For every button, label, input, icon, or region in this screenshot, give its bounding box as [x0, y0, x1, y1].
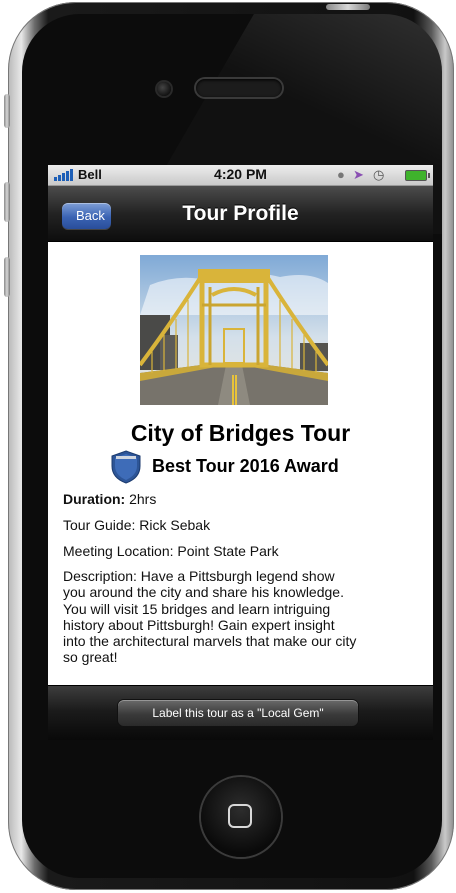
description-text: Description: Have a Pittsburgh legend sh…	[63, 568, 423, 666]
alarm-icon: ◷	[373, 167, 385, 182]
tour-photo	[140, 255, 328, 405]
description-line: into the architectural marvels that make…	[63, 633, 357, 650]
tour-guide-field: Tour Guide: Rick Sebak	[63, 517, 211, 533]
description-line: You will visit 15 bridges and learn intr…	[63, 600, 331, 617]
earpiece-speaker	[196, 79, 282, 97]
bridge-illustration	[140, 255, 328, 405]
local-gem-button[interactable]: Label this tour as a "Local Gem"	[118, 700, 358, 726]
status-icons: ● ➤ ◷	[337, 167, 430, 183]
home-square-icon	[228, 804, 252, 828]
award-shield-icon	[111, 450, 141, 484]
navigation-bar: Back Tour Profile	[48, 186, 433, 242]
tour-profile-content: City of Bridges Tour Best Tour 2016 Awar…	[48, 242, 433, 685]
description-line: Description: Have a Pittsburgh legend sh…	[63, 568, 335, 584]
duration-label: Duration:	[63, 491, 126, 507]
battery-icon	[405, 170, 430, 181]
power-button	[326, 4, 370, 10]
description-line: you around the city and share his knowle…	[63, 584, 344, 601]
page-title: Tour Profile	[182, 202, 299, 225]
duration-field: Duration: 2hrs	[63, 491, 156, 507]
description-line: so great!	[63, 649, 118, 666]
description-line: history about Pittsburgh! Gain expert in…	[63, 616, 335, 633]
duration-value: 2hrs	[129, 491, 157, 507]
award-label: Best Tour 2016 Award	[152, 456, 339, 476]
mute-switch	[4, 94, 10, 128]
volume-up-button	[4, 182, 10, 222]
status-bar: Bell 4:20 PM ● ➤ ◷	[48, 165, 433, 186]
meeting-location-field: Meeting Location: Point State Park	[63, 543, 279, 559]
front-camera	[157, 82, 171, 96]
home-button[interactable]	[201, 777, 281, 857]
app-screen: Bell 4:20 PM ● ➤ ◷ Back Tour Profile Cit…	[48, 165, 433, 740]
volume-down-button	[4, 257, 10, 297]
location-arrow-icon: ➤	[353, 167, 364, 182]
lock-rotation-icon: ●	[337, 167, 345, 182]
bottom-toolbar: Label this tour as a "Local Gem"	[48, 685, 433, 740]
tour-title: City of Bridges Tour	[130, 420, 351, 446]
